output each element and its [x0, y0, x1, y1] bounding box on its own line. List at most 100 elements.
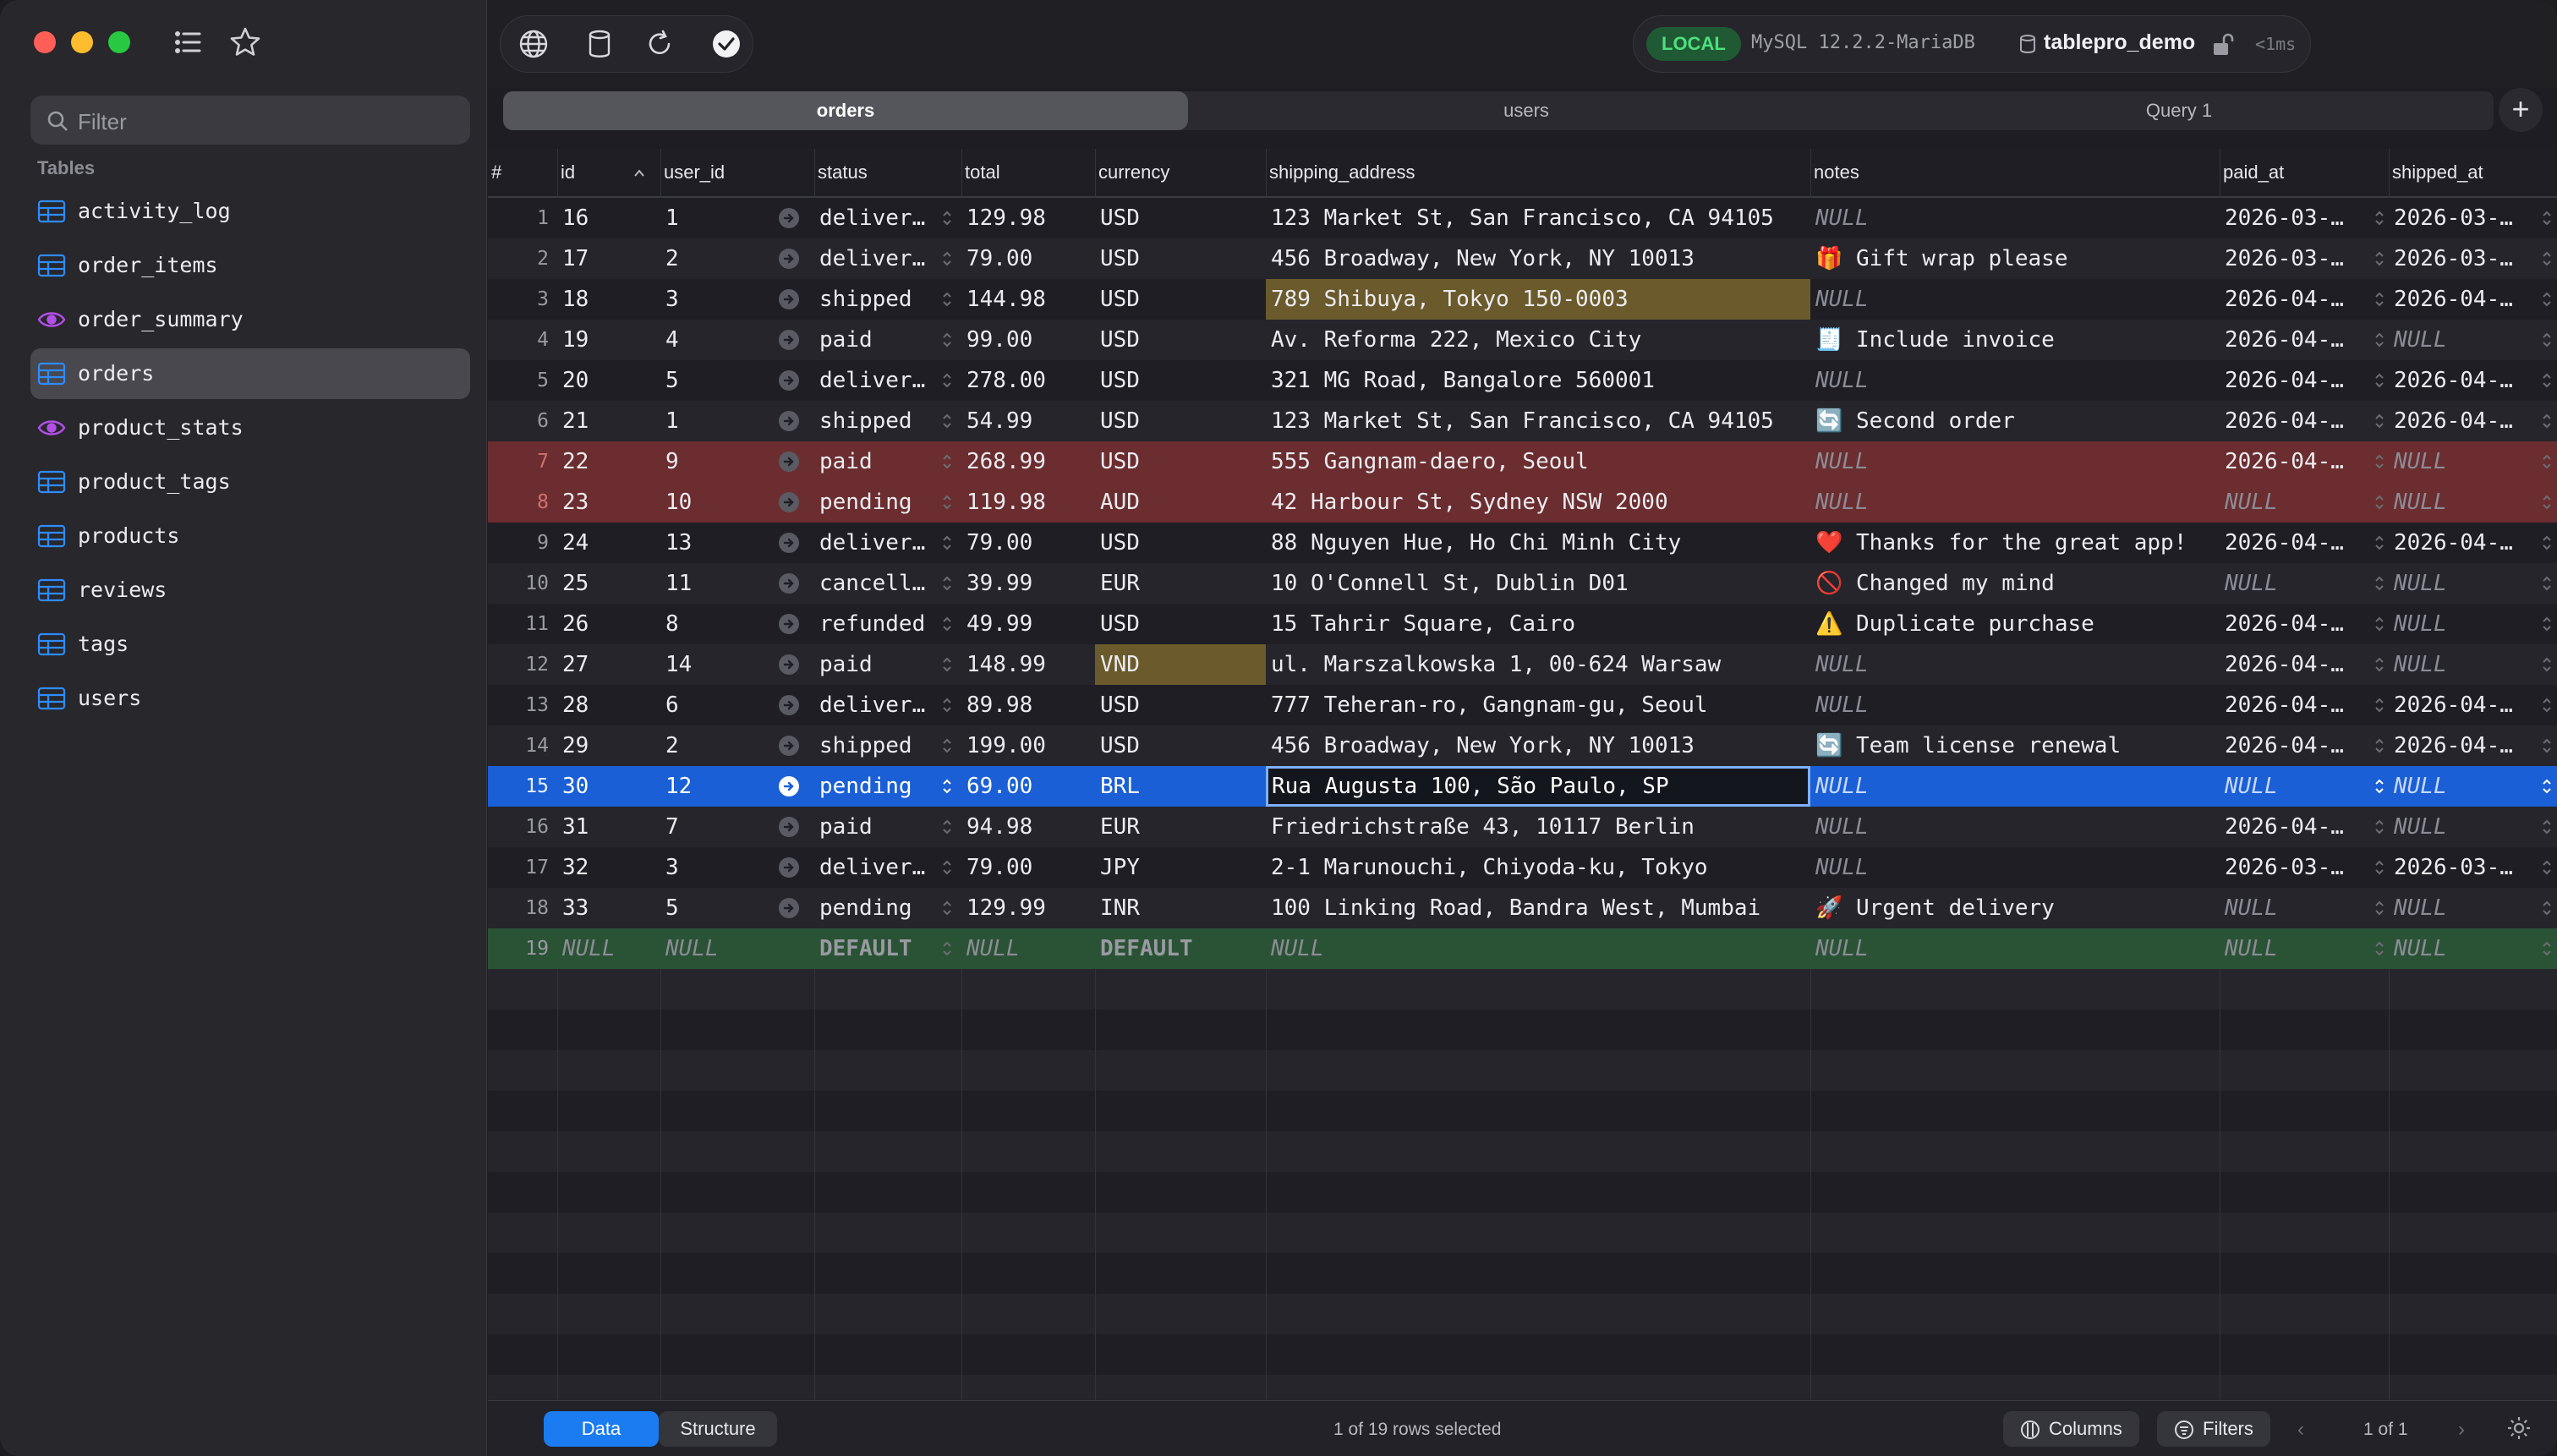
cell-currency[interactable]: USD	[1095, 238, 1266, 279]
sidebar-item-product-stats[interactable]: product_stats	[30, 402, 470, 453]
cell-notes[interactable]: 🔄 Second order	[1810, 401, 2220, 441]
cell-id[interactable]: 18	[557, 279, 660, 320]
stepper-icon[interactable]	[2541, 614, 2553, 634]
fk-arrow-icon[interactable]	[779, 573, 799, 594]
cell-shipped-at[interactable]: 2026-04-…	[2389, 401, 2557, 441]
stepper-icon[interactable]	[2374, 857, 2385, 878]
cell-notes[interactable]: 🧾 Include invoice	[1810, 320, 2220, 360]
stepper-icon[interactable]	[2541, 857, 2553, 878]
cell-id[interactable]: NULL	[557, 928, 660, 969]
column-header-user-id[interactable]: user_id	[660, 149, 814, 196]
cell-total[interactable]: 54.99	[961, 401, 1095, 441]
cell-notes[interactable]: NULL	[1810, 198, 2220, 238]
table-row[interactable]: 15 30 12 pending 69.00 BRL Rua Augusta 100, Sã…	[488, 766, 2557, 807]
stepper-icon[interactable]	[941, 939, 953, 959]
fk-arrow-icon[interactable]	[779, 330, 799, 350]
cell-notes[interactable]: NULL	[1810, 928, 2220, 969]
cell-id[interactable]: 30	[557, 766, 660, 807]
star-icon[interactable]	[228, 25, 262, 59]
cell-total[interactable]: 129.99	[961, 888, 1095, 928]
minimize-window-button[interactable]	[71, 31, 93, 53]
fk-arrow-icon[interactable]	[779, 776, 799, 796]
stepper-icon[interactable]	[941, 289, 953, 309]
columns-button[interactable]: Columns	[2003, 1411, 2139, 1447]
cell-address[interactable]: 10 O'Connell St, Dublin D01	[1266, 563, 1810, 604]
cell-paid-at[interactable]: 2026-04-…	[2220, 807, 2389, 847]
stepper-icon[interactable]	[941, 736, 953, 756]
cell-address[interactable]: NULL	[1266, 928, 1810, 969]
cell-status[interactable]: refunded	[814, 604, 961, 644]
cell-id[interactable]: 29	[557, 725, 660, 766]
stepper-icon[interactable]	[2374, 370, 2385, 391]
globe-icon[interactable]	[517, 27, 550, 61]
stepper-icon[interactable]	[941, 573, 953, 594]
cell-address[interactable]: 100 Linking Road, Bandra West, Mumbai	[1266, 888, 1810, 928]
fk-arrow-icon[interactable]	[779, 857, 799, 878]
fk-arrow-icon[interactable]	[779, 452, 799, 472]
cell-paid-at[interactable]: 2026-04-…	[2220, 360, 2389, 401]
sidebar-item-product-tags[interactable]: product_tags	[30, 457, 470, 507]
cell-status[interactable]: DEFAULT	[814, 928, 961, 969]
cell-total[interactable]: 79.00	[961, 847, 1095, 888]
cell-currency[interactable]: DEFAULT	[1095, 928, 1266, 969]
cell-status[interactable]: paid	[814, 441, 961, 482]
sort-ascending-icon[interactable]	[633, 167, 645, 178]
cell-paid-at[interactable]: NULL	[2220, 766, 2389, 807]
stepper-icon[interactable]	[2541, 289, 2553, 309]
table-row[interactable]: 6 21 1 shipped 54.99 USD 123 Market St, San Fr…	[488, 401, 2557, 441]
cell-status[interactable]: shipped	[814, 725, 961, 766]
stepper-icon[interactable]	[2374, 249, 2385, 269]
cell-status[interactable]: deliver…	[814, 360, 961, 401]
cell-notes[interactable]: NULL	[1810, 482, 2220, 523]
cell-user-id[interactable]: NULL	[660, 928, 814, 969]
cell-address[interactable]: 123 Market St, San Francisco, CA 94105	[1266, 198, 1810, 238]
cell-address[interactable]: 321 MG Road, Bangalore 560001	[1266, 360, 1810, 401]
cell-total[interactable]: 79.00	[961, 523, 1095, 563]
cell-notes[interactable]: 🎁 Gift wrap please	[1810, 238, 2220, 279]
cell-id[interactable]: 32	[557, 847, 660, 888]
cell-address[interactable]: 123 Market St, San Francisco, CA 94105	[1266, 401, 1810, 441]
stepper-icon[interactable]	[2541, 249, 2553, 269]
cell-paid-at[interactable]: 2026-03-…	[2220, 847, 2389, 888]
cell-id[interactable]: 27	[557, 644, 660, 685]
stepper-icon[interactable]	[2374, 452, 2385, 472]
cell-total[interactable]: 278.00	[961, 360, 1095, 401]
cell-shipped-at[interactable]: NULL	[2389, 888, 2557, 928]
stepper-icon[interactable]	[2541, 208, 2553, 228]
stepper-icon[interactable]	[2374, 208, 2385, 228]
cell-paid-at[interactable]: 2026-04-…	[2220, 604, 2389, 644]
cell-currency[interactable]: USD	[1095, 279, 1266, 320]
fk-arrow-icon[interactable]	[779, 736, 799, 756]
stepper-icon[interactable]	[941, 452, 953, 472]
cell-address[interactable]: 88 Nguyen Hue, Ho Chi Minh City	[1266, 523, 1810, 563]
sidebar-item-reviews[interactable]: reviews	[30, 565, 470, 616]
cell-address[interactable]: 777 Teheran-ro, Gangnam-gu, Seoul	[1266, 685, 1810, 725]
stepper-icon[interactable]	[2374, 533, 2385, 553]
add-tab-button[interactable]: +	[2499, 88, 2543, 132]
cell-notes[interactable]: ⚠️ Duplicate purchase	[1810, 604, 2220, 644]
commit-check-icon[interactable]	[709, 27, 743, 61]
cell-paid-at[interactable]: 2026-04-…	[2220, 685, 2389, 725]
cell-shipped-at[interactable]: NULL	[2389, 482, 2557, 523]
refresh-icon[interactable]	[643, 27, 676, 61]
fk-arrow-icon[interactable]	[779, 411, 799, 431]
sidebar-item-order-summary[interactable]: order_summary	[30, 294, 470, 345]
sidebar-item-tags[interactable]: tags	[30, 619, 470, 670]
tab-query-1[interactable]: Query 1	[1864, 91, 2494, 130]
cell-paid-at[interactable]: 2026-04-…	[2220, 441, 2389, 482]
stepper-icon[interactable]	[941, 817, 953, 837]
fk-arrow-icon[interactable]	[779, 370, 799, 391]
cell-address[interactable]: 2-1 Marunouchi, Chiyoda-ku, Tokyo	[1266, 847, 1810, 888]
stepper-icon[interactable]	[2374, 898, 2385, 918]
cell-id[interactable]: 16	[557, 198, 660, 238]
fk-arrow-icon[interactable]	[779, 898, 799, 918]
table-row[interactable]: 12 27 14 paid 148.99 VND ul. Marszalkowska 1, …	[488, 644, 2557, 685]
cell-currency[interactable]: EUR	[1095, 807, 1266, 847]
cell-notes[interactable]: 🚫 Changed my mind	[1810, 563, 2220, 604]
prev-page-icon[interactable]: ‹	[2297, 1418, 2304, 1442]
column-header-paid-at[interactable]: paid_at	[2220, 149, 2389, 196]
cell-currency[interactable]: AUD	[1095, 482, 1266, 523]
cell-id[interactable]: 33	[557, 888, 660, 928]
cell-address[interactable]: 789 Shibuya, Tokyo 150-0003	[1266, 279, 1810, 320]
table-row[interactable]: 4 19 4 paid 99.00 USD Av. Reforma 222, Mexico …	[488, 320, 2557, 360]
